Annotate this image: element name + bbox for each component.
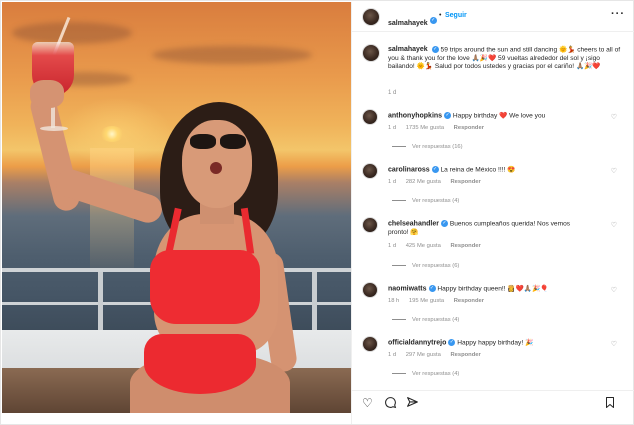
caption-timestamp[interactable]: 1 d: [388, 90, 396, 96]
comment-likes[interactable]: 1735 Me gusta: [406, 125, 444, 131]
share-icon[interactable]: [406, 396, 419, 412]
heart-icon[interactable]: ♡: [611, 113, 617, 121]
comment-username[interactable]: officialdannytrejo: [388, 339, 446, 346]
view-replies[interactable]: Ver respuestas (16): [392, 144, 463, 150]
post-modal: salmahayek ✓ • Seguir ··· salmahayek ✓ 59 …: [0, 0, 634, 425]
bikini-bottom: [144, 334, 256, 394]
view-replies[interactable]: Ver respuestas (4): [392, 317, 459, 323]
comment-body: carolinaross ✓ La reina de México !!!! 😍: [388, 166, 608, 175]
verified-badge-icon: ✓: [431, 166, 439, 173]
comment-meta: 1 d 425 Me gusta Responder: [388, 243, 489, 249]
reply-button[interactable]: Responder: [450, 179, 480, 185]
comment-username[interactable]: carolinaross: [388, 166, 430, 173]
sunglasses: [190, 134, 246, 150]
mouth: [210, 162, 222, 174]
comment-meta: 18 h 195 Me gusta Responder: [388, 298, 492, 304]
verified-badge-icon: ✓: [444, 112, 452, 119]
avatar[interactable]: [362, 44, 380, 62]
comment-username[interactable]: naomiwatts: [388, 285, 427, 292]
comment-likes[interactable]: 195 Me gusta: [409, 298, 444, 304]
comment-time[interactable]: 18 h: [388, 298, 399, 304]
comment-username[interactable]: chelseahandler: [388, 220, 439, 227]
reply-button[interactable]: Responder: [454, 125, 484, 131]
heart-icon[interactable]: ♡: [611, 221, 617, 229]
reply-button[interactable]: Responder: [450, 352, 480, 358]
verified-badge-icon: ✓: [429, 17, 437, 25]
glass-base: [40, 126, 68, 131]
comment-body: officialdannytrejo ✓ Happy happy birthday…: [388, 339, 608, 348]
verified-badge-icon: ✓: [448, 339, 456, 346]
comment-time[interactable]: 1 d: [388, 125, 396, 131]
view-replies-label[interactable]: Ver respuestas (16): [412, 144, 463, 150]
comment-item: carolinaross ✓ La reina de México !!!! 😍 …: [352, 163, 634, 223]
caption-username[interactable]: salmahayek: [388, 46, 428, 53]
cloud: [152, 46, 312, 64]
view-replies[interactable]: Ver respuestas (4): [392, 371, 459, 377]
verified-badge-icon: ✓: [440, 220, 448, 227]
sun: [100, 126, 124, 142]
action-bar: ♡: [352, 390, 634, 424]
view-replies-label[interactable]: Ver respuestas (4): [412, 371, 459, 377]
comment-meta: 1 d 297 Me gusta Responder: [388, 352, 489, 358]
reply-button[interactable]: Responder: [454, 298, 484, 304]
comment-item: officialdannytrejo ✓ Happy happy birthday…: [352, 336, 634, 396]
follow-button[interactable]: Seguir: [445, 12, 467, 19]
avatar[interactable]: [362, 8, 380, 26]
comment-username[interactable]: anthonyhopkins: [388, 112, 442, 119]
post-header: salmahayek ✓ • Seguir ···: [352, 2, 634, 32]
replies-line: [392, 264, 406, 266]
comment-body: anthonyhopkins ✓ Happy birthday ❤️ We lov…: [388, 112, 608, 121]
comment-icon[interactable]: [384, 396, 397, 412]
avatar[interactable]: [362, 336, 378, 352]
heart-icon[interactable]: ♡: [362, 396, 373, 410]
post-side-panel: salmahayek ✓ • Seguir ··· salmahayek ✓ 59 …: [351, 2, 634, 424]
comment-likes[interactable]: 297 Me gusta: [406, 352, 441, 358]
verified-badge-icon: ✓: [431, 46, 439, 53]
view-replies-label[interactable]: Ver respuestas (4): [412, 198, 459, 204]
more-options-icon[interactable]: ···: [611, 8, 625, 20]
username-link[interactable]: salmahayek: [388, 20, 428, 27]
hand: [30, 80, 64, 108]
avatar[interactable]: [362, 163, 378, 179]
comment-likes[interactable]: 282 Me gusta: [406, 179, 441, 185]
verified-badge-icon: ✓: [428, 285, 436, 292]
replies-line: [392, 199, 406, 201]
bookmark-icon[interactable]: [604, 396, 616, 412]
view-replies[interactable]: Ver respuestas (4): [392, 198, 459, 204]
replies-line: [392, 372, 406, 374]
view-replies-label[interactable]: Ver respuestas (4): [412, 317, 459, 323]
comment-likes[interactable]: 425 Me gusta: [406, 243, 441, 249]
comment-text: Happy birthday queen!! 👸❤️🙏🏽🎉🎈: [437, 285, 549, 293]
view-replies-label[interactable]: Ver respuestas (6): [412, 263, 459, 269]
avatar[interactable]: [362, 217, 378, 233]
heart-icon[interactable]: ♡: [611, 167, 617, 175]
post-photo[interactable]: [2, 2, 351, 413]
heart-icon[interactable]: ♡: [611, 340, 617, 348]
comment-meta: 1 d 282 Me gusta Responder: [388, 179, 489, 185]
comment-item: anthonyhopkins ✓ Happy birthday ❤️ We lov…: [352, 109, 634, 169]
header-user: salmahayek ✓: [388, 12, 437, 30]
comment-time[interactable]: 1 d: [388, 243, 396, 249]
replies-line: [392, 145, 406, 147]
view-replies[interactable]: Ver respuestas (6): [392, 263, 459, 269]
comment-time[interactable]: 1 d: [388, 179, 396, 185]
comment-text: Happy birthday ❤️ We love you: [452, 112, 546, 120]
comment-text: Happy happy birthday! 🎉: [457, 339, 534, 347]
avatar[interactable]: [362, 282, 378, 298]
comment-item: naomiwatts ✓ Happy birthday queen!! 👸❤️🙏🏽…: [352, 282, 634, 342]
comment-time[interactable]: 1 d: [388, 352, 396, 358]
cloud: [12, 22, 132, 44]
comment-meta: 1 d 1735 Me gusta Responder: [388, 125, 492, 131]
comment-body: chelseahandler ✓ Buenos cumpleaños querid…: [388, 220, 588, 237]
comment-body: naomiwatts ✓ Happy birthday queen!! 👸❤️🙏🏽…: [388, 285, 608, 294]
reply-button[interactable]: Responder: [450, 243, 480, 249]
caption: salmahayek ✓ 59 trips around the sun and …: [388, 46, 628, 72]
heart-icon[interactable]: ♡: [611, 286, 617, 294]
comment-text: La reina de México !!!! 😍: [440, 166, 516, 174]
separator-dot: •: [439, 12, 442, 19]
comment-item: chelseahandler ✓ Buenos cumpleaños querid…: [352, 217, 634, 279]
bikini-top: [150, 250, 260, 324]
avatar[interactable]: [362, 109, 378, 125]
replies-line: [392, 318, 406, 320]
